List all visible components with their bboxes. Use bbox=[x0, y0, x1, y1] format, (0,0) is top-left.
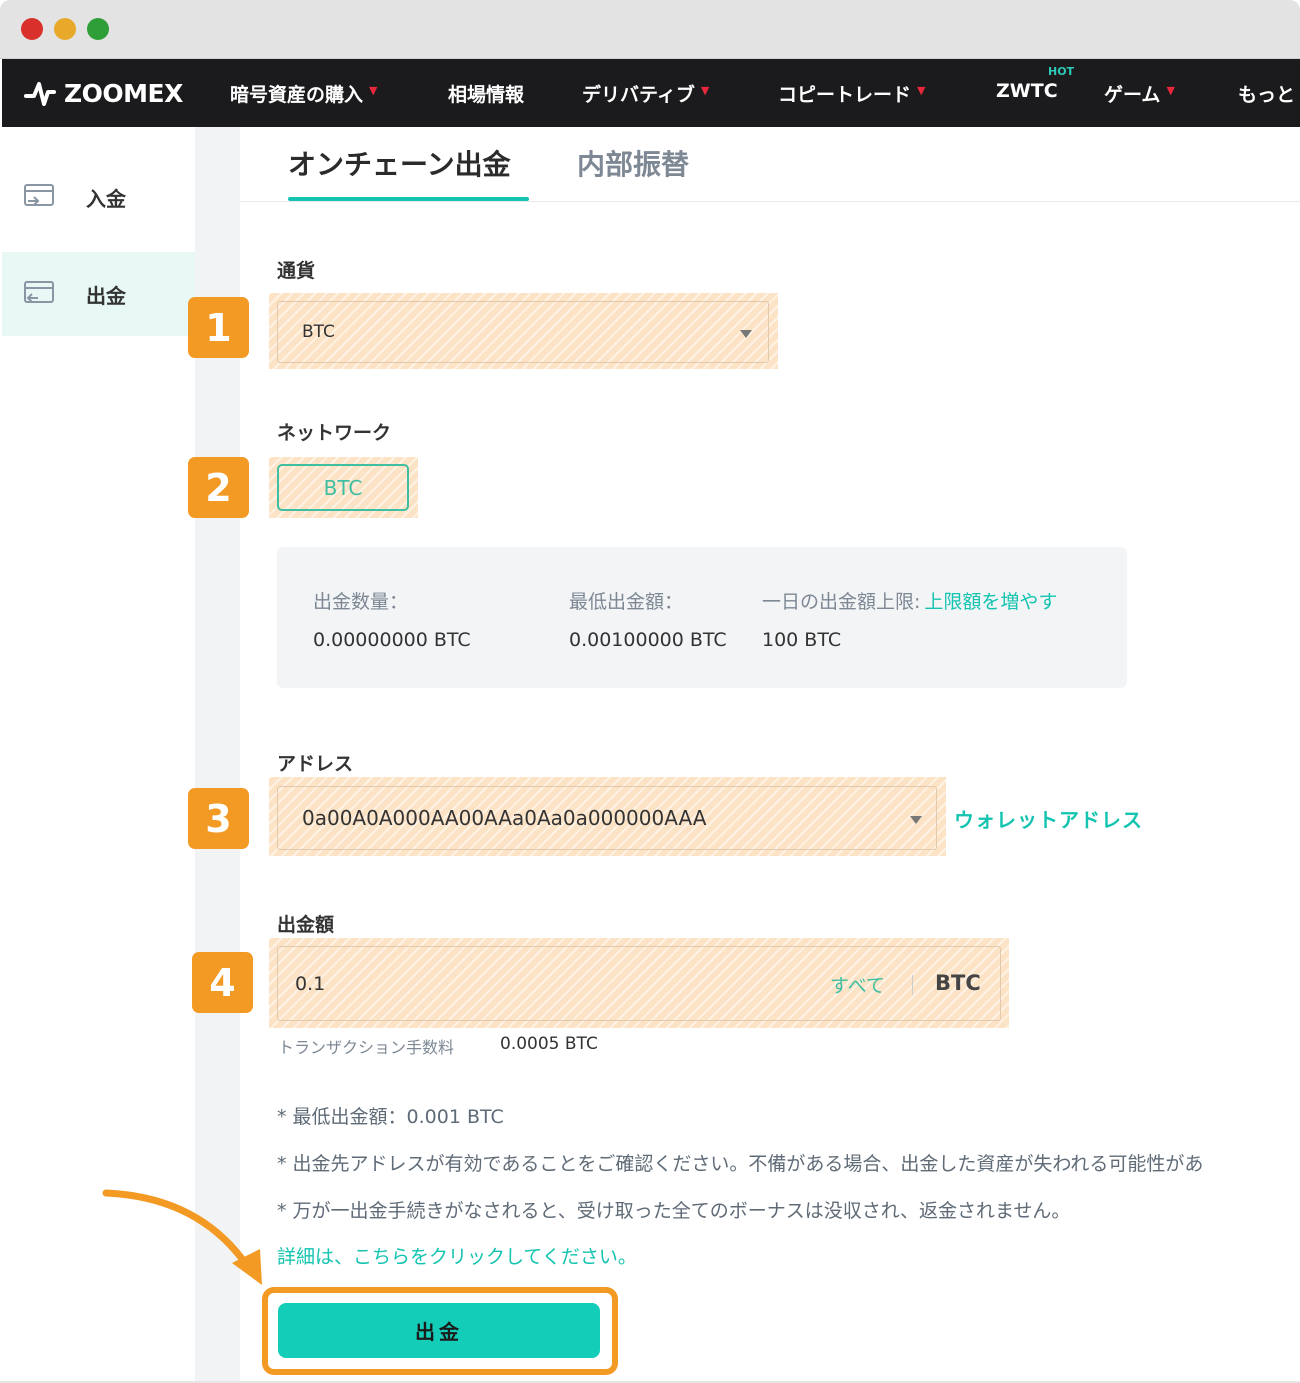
min-withdraw-label: 最低出金額： bbox=[569, 591, 684, 613]
max-amount-button[interactable]: すべて bbox=[830, 971, 885, 998]
details-link[interactable]: 詳細は、こちらをクリックしてください。 bbox=[277, 1242, 637, 1269]
maximize-window-button[interactable] bbox=[87, 18, 109, 40]
currency-select-value: BTC bbox=[302, 322, 335, 342]
currency-label: 通貨 bbox=[277, 260, 316, 282]
amount-input-value: 0.1 bbox=[295, 973, 326, 995]
amount-unit: BTC bbox=[935, 971, 981, 995]
nav-item-buy-crypto[interactable]: 暗号資産の購入 ▼ bbox=[230, 80, 377, 107]
active-tab-indicator bbox=[288, 197, 529, 201]
brand-name: ZOOMEX bbox=[64, 78, 183, 108]
caret-down-icon: ▼ bbox=[917, 84, 926, 97]
sidebar-item-withdraw[interactable]: 出金 bbox=[2, 252, 195, 336]
step-badge-3: 3 bbox=[188, 788, 249, 849]
divider bbox=[912, 975, 913, 995]
caret-down-icon: ▼ bbox=[1166, 84, 1175, 97]
window-titlebar bbox=[0, 0, 1300, 59]
address-select-value: 0a00A0A000AA00AAa0Aa0a000000AAA bbox=[302, 806, 707, 830]
nav-item-label: もっと bbox=[1238, 84, 1296, 106]
withdraw-submit-button[interactable]: 出金 bbox=[278, 1303, 600, 1358]
nav-item-label: コピートレード bbox=[778, 84, 912, 106]
sidebar-item-label: 入金 bbox=[86, 186, 126, 211]
amount-input[interactable]: 0.1 すべて BTC bbox=[277, 946, 1001, 1021]
wallet-address-link[interactable]: ウォレットアドレス bbox=[954, 804, 1143, 833]
sidebar-item-label: 出金 bbox=[86, 283, 126, 308]
step-badge-1: 1 bbox=[188, 297, 249, 358]
daily-limit-value: 100 BTC bbox=[762, 629, 842, 651]
pointer-arrow-icon bbox=[102, 1189, 262, 1285]
step-badge-4: 4 bbox=[192, 952, 253, 1013]
available-amount-value: 0.00000000 BTC bbox=[313, 629, 471, 651]
caret-down-icon: ▼ bbox=[700, 84, 710, 97]
min-withdraw-value: 0.00100000 BTC bbox=[569, 629, 727, 651]
withdraw-tabs: オンチェーン出金 内部振替 bbox=[240, 127, 1300, 202]
note-bonus-forfeit: * 万が一出金手続きがなされると、受け取った全てのボーナスは没収され、返金されま… bbox=[277, 1200, 1071, 1222]
note-min-withdraw: * 最低出金額：0.001 BTC bbox=[277, 1106, 504, 1128]
nav-item-label: デリバティブ bbox=[582, 84, 695, 106]
nav-item-derivatives[interactable]: デリバティブ ▼ bbox=[582, 80, 709, 107]
deposit-icon bbox=[24, 184, 54, 206]
nav-item-zwtc[interactable]: ZWTC bbox=[996, 80, 1058, 102]
increase-limit-link[interactable]: 上限額を増やす bbox=[924, 591, 1057, 613]
brand-logo[interactable]: ZOOMEX bbox=[24, 77, 183, 109]
address-select[interactable]: 0a00A0A000AA00AAa0Aa0a000000AAA bbox=[277, 786, 937, 850]
tab-internal-transfer[interactable]: 内部振替 bbox=[577, 143, 689, 183]
nav-item-copy-trade[interactable]: コピートレード ▼ bbox=[778, 80, 925, 107]
top-navigation: ZOOMEX 暗号資産の購入 ▼ 相場情報 デリバティブ ▼ コピートレード ▼… bbox=[2, 59, 1300, 127]
fee-label: トランザクション手数料 bbox=[278, 1038, 455, 1057]
caret-down-icon: ▼ bbox=[369, 84, 378, 97]
zoomex-logo-icon bbox=[24, 82, 56, 106]
hot-badge: HOT bbox=[1048, 65, 1075, 78]
available-amount-label: 出金数量： bbox=[313, 591, 409, 613]
currency-select[interactable]: BTC bbox=[277, 301, 769, 363]
sidebar-item-deposit[interactable]: 入金 bbox=[2, 155, 195, 239]
fee-value: 0.0005 BTC bbox=[500, 1034, 598, 1054]
withdraw-icon bbox=[24, 281, 54, 303]
nav-item-label: 暗号資産の購入 bbox=[230, 84, 364, 106]
withdraw-info-panel: 出金数量： 0.00000000 BTC 最低出金額： 0.00100000 B… bbox=[277, 547, 1127, 688]
tab-onchain-withdraw[interactable]: オンチェーン出金 bbox=[288, 143, 511, 183]
note-address-warning: * 出金先アドレスが有効であることをご確認ください。不備がある場合、出金した資産… bbox=[277, 1153, 1204, 1175]
minimize-window-button[interactable] bbox=[54, 18, 76, 40]
nav-item-markets[interactable]: 相場情報 bbox=[448, 80, 524, 107]
daily-limit-label-text: 一日の出金額上限: bbox=[762, 591, 921, 613]
network-label: ネットワーク bbox=[277, 422, 392, 444]
nav-item-label: ZWTC bbox=[996, 80, 1058, 102]
chevron-down-icon bbox=[910, 816, 922, 824]
amount-label: 出金額 bbox=[277, 914, 335, 936]
chevron-down-icon bbox=[740, 330, 752, 338]
step-badge-2: 2 bbox=[188, 457, 249, 518]
daily-limit-label: 一日の出金額上限: 上限額を増やす bbox=[762, 587, 1057, 614]
nav-item-label: ゲーム bbox=[1104, 84, 1161, 106]
nav-item-label: 相場情報 bbox=[448, 84, 525, 106]
address-label: アドレス bbox=[277, 753, 354, 775]
network-option-btc[interactable]: BTC bbox=[277, 464, 409, 511]
nav-item-games[interactable]: ゲーム ▼ bbox=[1104, 80, 1175, 107]
close-window-button[interactable] bbox=[21, 18, 43, 40]
nav-item-more[interactable]: もっと bbox=[1238, 80, 1295, 107]
